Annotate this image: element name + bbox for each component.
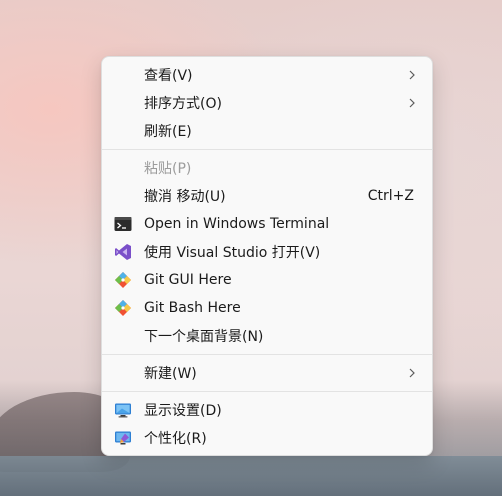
menu-item-label: Git GUI Here [144, 272, 232, 288]
menu-item-sort-by[interactable]: 排序方式(O) [106, 89, 428, 117]
menu-item-label: 下一个桌面背景(N) [144, 329, 264, 345]
menu-item-label: 使用 Visual Studio 打开(V) [144, 245, 321, 261]
menu-separator [102, 149, 432, 150]
desktop-context-menu: 查看(V) 排序方式(O) 刷新(E) 粘贴(P) 撤消 移动(U) Ctrl+… [101, 56, 433, 456]
git-bash-icon [115, 300, 131, 316]
menu-item-refresh[interactable]: 刷新(E) [106, 117, 428, 145]
menu-item-open-in-terminal[interactable]: Open in Windows Terminal [106, 210, 428, 238]
landscape-water [0, 456, 502, 496]
personalize-icon [115, 431, 131, 445]
menu-separator [102, 391, 432, 392]
menu-item-label: Git Bash Here [144, 300, 241, 316]
menu-item-new[interactable]: 新建(W) [106, 359, 428, 387]
menu-item-label: 排序方式(O) [144, 96, 222, 112]
menu-item-paste: 粘贴(P) [106, 154, 428, 182]
menu-item-git-gui-here[interactable]: Git GUI Here [106, 266, 428, 294]
menu-item-next-desktop-background[interactable]: 下一个桌面背景(N) [106, 322, 428, 350]
menu-item-shortcut: Ctrl+Z [367, 188, 414, 204]
menu-item-open-with-visual-studio[interactable]: 使用 Visual Studio 打开(V) [106, 238, 428, 266]
menu-item-label: 新建(W) [144, 366, 197, 382]
menu-item-view[interactable]: 查看(V) [106, 61, 428, 89]
terminal-icon [114, 217, 132, 231]
menu-item-undo-move[interactable]: 撤消 移动(U) Ctrl+Z [106, 182, 428, 210]
chevron-right-icon [409, 98, 415, 108]
chevron-right-icon [409, 368, 415, 378]
menu-item-git-bash-here[interactable]: Git Bash Here [106, 294, 428, 322]
menu-item-label: 个性化(R) [144, 431, 207, 447]
menu-item-label: 撤消 移动(U) [144, 189, 226, 205]
menu-item-label: 显示设置(D) [144, 403, 222, 419]
menu-item-display-settings[interactable]: 显示设置(D) [106, 396, 428, 424]
menu-item-label: 粘贴(P) [144, 161, 192, 177]
display-settings-icon [115, 403, 131, 418]
visual-studio-icon [115, 244, 131, 260]
chevron-right-icon [409, 70, 415, 80]
menu-item-personalize[interactable]: 个性化(R) [106, 424, 428, 452]
menu-item-label: 刷新(E) [144, 124, 192, 140]
menu-item-label: Open in Windows Terminal [144, 216, 330, 232]
menu-separator [102, 354, 432, 355]
git-gui-icon [115, 272, 131, 288]
menu-item-label: 查看(V) [144, 68, 193, 84]
